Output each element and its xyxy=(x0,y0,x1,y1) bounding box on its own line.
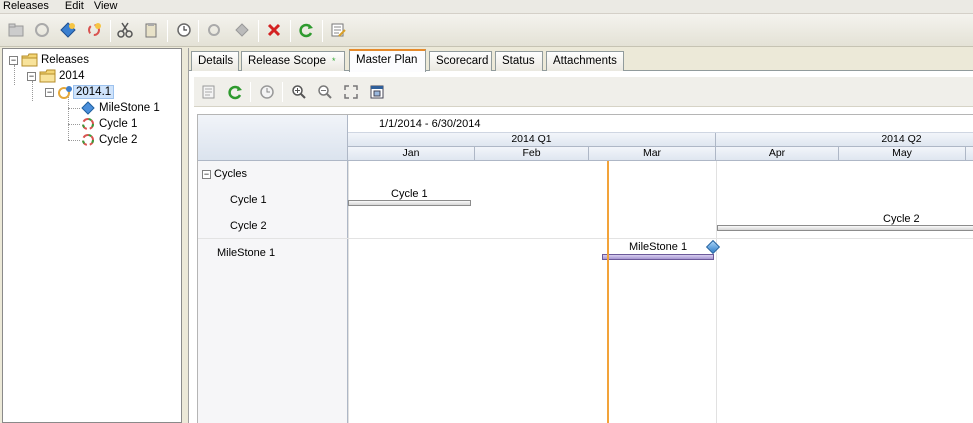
tree-label-release: 2014.1 xyxy=(73,85,115,99)
row-separator xyxy=(198,238,973,239)
menu-view[interactable]: View xyxy=(90,0,124,13)
tree-node-cycle1[interactable]: Cycle 1 xyxy=(81,116,139,132)
refresh-icon[interactable] xyxy=(296,20,316,40)
milestone-diamond-icon[interactable] xyxy=(705,239,721,255)
tab-scorecard[interactable]: Scorecard xyxy=(429,51,492,71)
tab-label: Status xyxy=(502,55,535,67)
folder-icon xyxy=(39,69,56,83)
release-icon xyxy=(58,86,72,99)
filter-icon[interactable] xyxy=(232,20,252,40)
grid-line xyxy=(716,161,717,423)
tab-label: Master Plan xyxy=(356,54,418,66)
new-release-icon[interactable] xyxy=(32,20,52,40)
new-milestone-icon[interactable] xyxy=(58,20,78,40)
month-apr: Apr xyxy=(716,147,839,160)
master-plan-toolbar xyxy=(194,77,973,107)
tree-label-2014: 2014 xyxy=(59,70,85,82)
new-folder-icon[interactable] xyxy=(6,20,26,40)
tree-label-cycle2: Cycle 2 xyxy=(99,134,138,146)
tab-bar: Details Release Scope * Master Plan Score… xyxy=(189,48,973,72)
tab-release-scope[interactable]: Release Scope * xyxy=(241,51,345,71)
gantt-bar-cycle1[interactable] xyxy=(348,200,471,206)
clock-icon[interactable] xyxy=(257,82,277,102)
folder-icon xyxy=(21,53,38,67)
tab-attachments[interactable]: Attachments xyxy=(546,51,624,71)
month-mar: Mar xyxy=(589,147,716,160)
gantt-chart: 1/1/2014 - 6/30/2014 2014 Q1 2014 Q2 Jan… xyxy=(197,114,973,423)
quarter-q1: 2014 Q1 xyxy=(348,133,716,146)
edit-details-icon[interactable] xyxy=(328,20,348,40)
collapse-icon[interactable]: − xyxy=(202,169,211,179)
tree-label-cycle1: Cycle 1 xyxy=(99,118,138,130)
tree-label-milestone: MileStone 1 xyxy=(99,102,160,114)
group-row-cycles[interactable]: − Cycles xyxy=(202,168,247,180)
modified-indicator: * xyxy=(332,56,336,66)
today-line xyxy=(607,161,609,423)
zoom-out-icon[interactable] xyxy=(315,82,335,102)
cycle-icon xyxy=(82,134,94,146)
tab-label: Details xyxy=(198,55,234,67)
go-to-today-icon[interactable] xyxy=(367,82,387,102)
new-cycle-icon[interactable] xyxy=(84,20,104,40)
tree-label-releases: Releases xyxy=(41,54,89,66)
tree-node-2014[interactable]: − 2014 xyxy=(27,68,87,84)
details-pane: Details Release Scope * Master Plan Score… xyxy=(188,48,973,423)
edit-details-icon[interactable] xyxy=(199,82,219,102)
month-header: Jan Feb Mar Apr May xyxy=(348,147,973,161)
cut-icon[interactable] xyxy=(115,20,135,40)
clock-icon[interactable] xyxy=(174,20,194,40)
fit-to-window-icon[interactable] xyxy=(341,82,361,102)
tab-label: Release Scope xyxy=(248,55,326,67)
row-label-milestone: MileStone 1 xyxy=(217,247,276,259)
assign-icon[interactable] xyxy=(204,20,224,40)
gantt-corner-header xyxy=(198,115,348,161)
delete-icon[interactable] xyxy=(264,20,284,40)
month-may: May xyxy=(839,147,966,160)
collapse-icon[interactable]: − xyxy=(27,71,36,81)
date-range-header: 1/1/2014 - 6/30/2014 xyxy=(348,115,973,133)
menu-edit[interactable]: Edit xyxy=(61,0,90,13)
gantt-row-labels xyxy=(198,161,348,423)
menu-releases[interactable]: Releases xyxy=(0,0,55,13)
paste-icon[interactable] xyxy=(141,20,161,40)
month-jan: Jan xyxy=(348,147,475,160)
main-toolbar xyxy=(0,14,973,47)
month-feb: Feb xyxy=(475,147,589,160)
tab-details[interactable]: Details xyxy=(191,51,239,71)
tab-label: Scorecard xyxy=(436,55,489,67)
refresh-icon[interactable] xyxy=(225,82,245,102)
quarter-q2: 2014 Q2 xyxy=(716,133,973,146)
quarter-header: 2014 Q1 2014 Q2 xyxy=(348,133,973,147)
milestone-icon xyxy=(81,101,95,115)
bar-label-cycle2: Cycle 2 xyxy=(883,213,920,225)
tree-node-cycle2[interactable]: Cycle 2 xyxy=(81,132,139,148)
bar-label-milestone: MileStone 1 xyxy=(629,241,688,253)
gantt-bar-cycle2[interactable] xyxy=(717,225,973,231)
gantt-bar-milestone[interactable] xyxy=(602,254,714,260)
collapse-icon[interactable]: − xyxy=(9,55,18,65)
row-label-cycle2: Cycle 2 xyxy=(230,220,267,232)
tree-node-release[interactable]: − 2014.1 xyxy=(45,84,115,100)
menu-bar: Releases Edit View xyxy=(0,0,973,14)
tab-master-plan[interactable]: Master Plan xyxy=(349,49,426,72)
zoom-in-icon[interactable] xyxy=(289,82,309,102)
date-range-label: 1/1/2014 - 6/30/2014 xyxy=(379,118,481,130)
tab-status[interactable]: Status xyxy=(495,51,543,71)
row-label-cycle1: Cycle 1 xyxy=(230,194,267,206)
tree-node-milestone[interactable]: MileStone 1 xyxy=(81,100,162,116)
bar-label-cycle1: Cycle 1 xyxy=(391,188,428,200)
tree-node-releases[interactable]: − Releases xyxy=(9,52,91,68)
tab-label: Attachments xyxy=(553,55,617,67)
group-label: Cycles xyxy=(214,168,248,180)
release-tree: − Releases − 2014 − 2014.1 MileStone 1 C… xyxy=(2,48,182,423)
collapse-icon[interactable]: − xyxy=(45,87,54,97)
cycle-icon xyxy=(82,118,94,130)
